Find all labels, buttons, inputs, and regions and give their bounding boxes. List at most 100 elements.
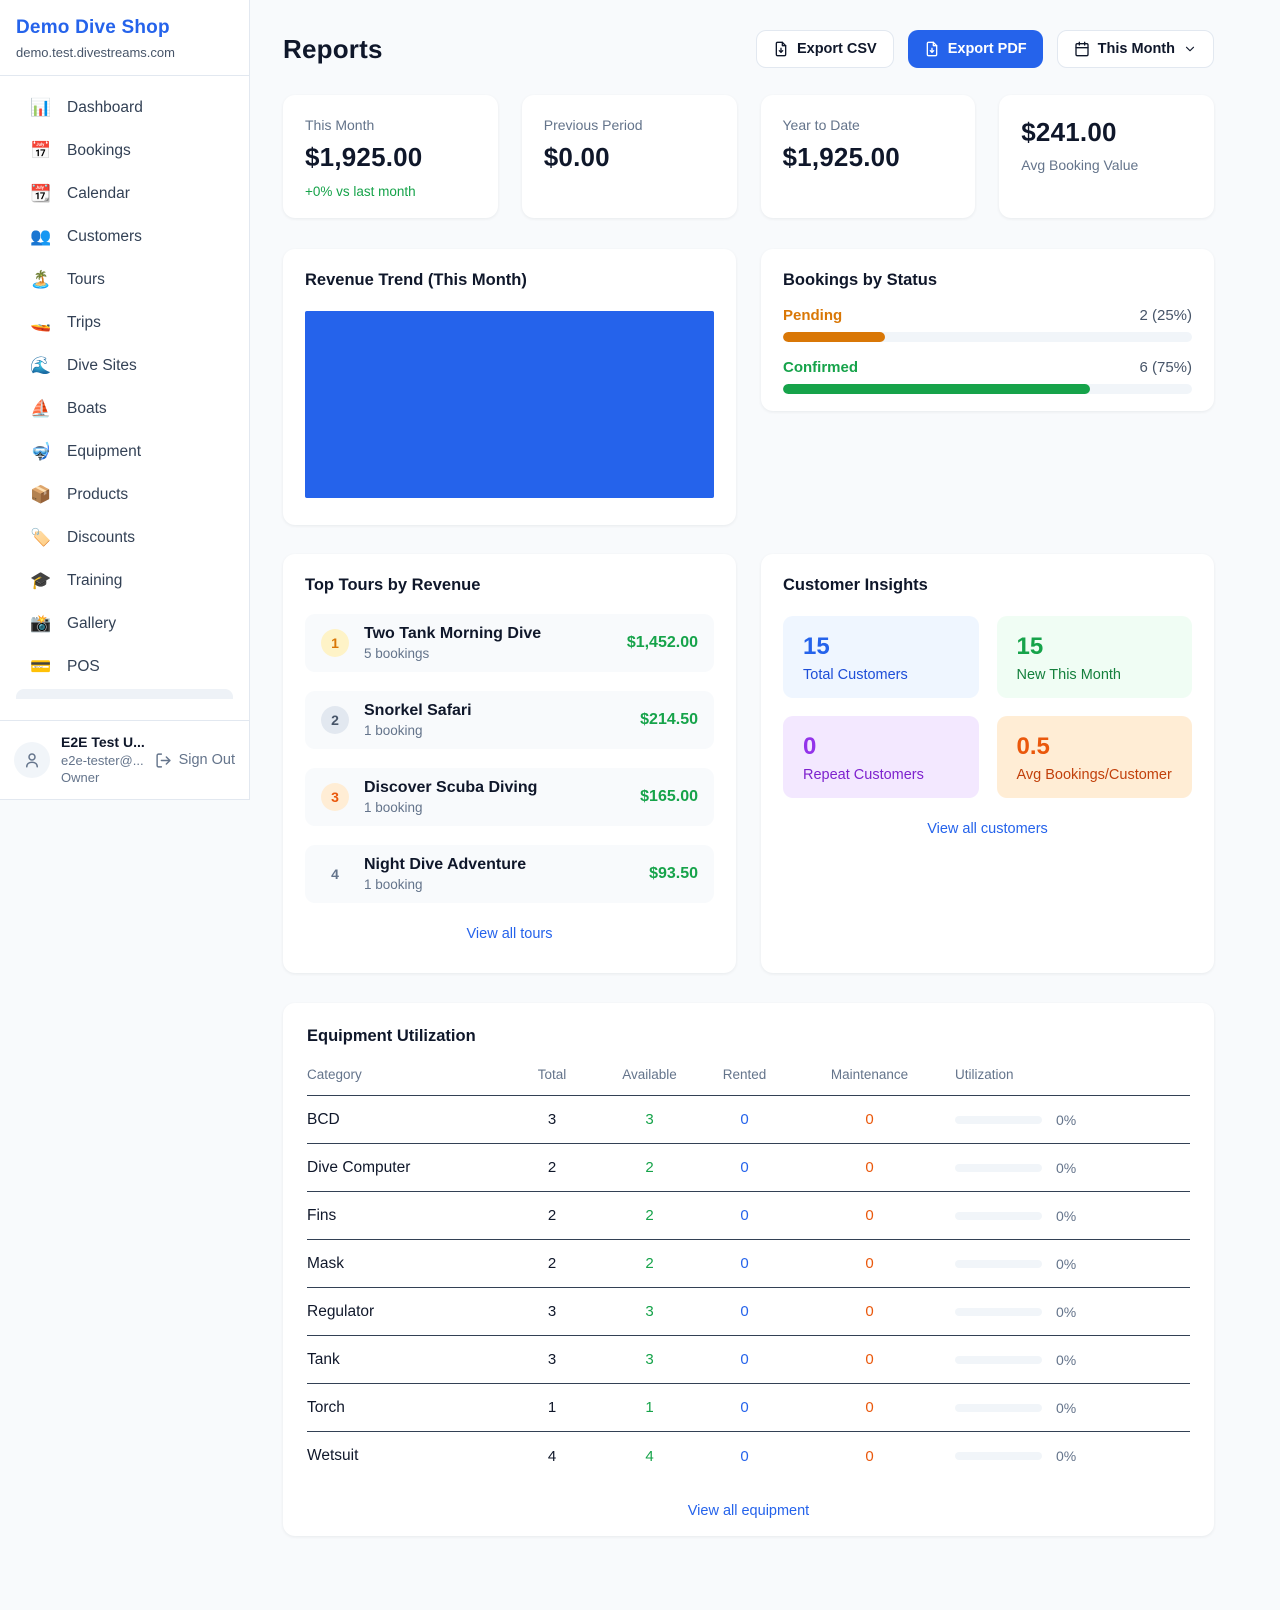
equipment-maintenance: 0 [792, 1351, 947, 1368]
insight-value: 0.5 [1017, 733, 1173, 761]
nav-item-icon: ⛵ [30, 400, 52, 417]
sidebar-item[interactable]: 🏝️ Tours [8, 258, 241, 301]
status-progress-fill [783, 384, 1090, 394]
equipment-available: 2 [602, 1255, 697, 1272]
period-dropdown[interactable]: This Month [1057, 30, 1214, 68]
person-icon [23, 751, 41, 769]
equipment-rented: 0 [697, 1207, 792, 1224]
equipment-total: 2 [502, 1255, 602, 1272]
sidebar-item[interactable]: 📦 Products [8, 473, 241, 516]
status-progress-track [783, 332, 1192, 342]
status-row: Pending 2 (25%) [783, 307, 1192, 342]
table-row: Mask 2 2 0 0 0% [307, 1240, 1190, 1288]
file-download-icon [924, 41, 940, 57]
col-header-maintenance: Maintenance [792, 1067, 947, 1082]
equipment-total: 2 [502, 1207, 602, 1224]
equipment-utilization-cell: 0% [947, 1400, 1190, 1416]
insight-label: Total Customers [803, 667, 959, 683]
equipment-table-header: Category Total Available Rented Maintena… [307, 1067, 1190, 1096]
equipment-utilization-cell: 0% [947, 1448, 1190, 1464]
equipment-available: 3 [602, 1111, 697, 1128]
sidebar-item[interactable]: 📆 Calendar [8, 172, 241, 215]
equipment-utilization-cell: 0% [947, 1112, 1190, 1128]
status-progress-track [783, 384, 1192, 394]
nav-item-icon: 📸 [30, 615, 52, 632]
nav-item-icon: 🤿 [30, 443, 52, 460]
insight-label: New This Month [1017, 667, 1173, 683]
equipment-utilization-cell: 0% [947, 1256, 1190, 1272]
sidebar-item[interactable]: 🚤 Trips [8, 301, 241, 344]
nav-item-icon: 🎓 [30, 572, 52, 589]
equipment-total: 3 [502, 1351, 602, 1368]
nav-item-icon: 📅 [30, 142, 52, 159]
stat-card-year-to-date: Year to Date $1,925.00 [761, 95, 976, 218]
nav-item-label: Gallery [67, 615, 116, 633]
equipment-maintenance: 0 [792, 1255, 947, 1272]
equipment-category: Regulator [307, 1303, 502, 1321]
nav-item-icon: 📦 [30, 486, 52, 503]
insight-label: Avg Bookings/Customer [1017, 767, 1173, 783]
utilization-percent: 0% [1056, 1208, 1076, 1224]
sidebar-item[interactable]: 🤿 Equipment [8, 430, 241, 473]
utilization-track [955, 1164, 1042, 1172]
col-header-available: Available [602, 1067, 697, 1082]
sidebar-item[interactable]: 📅 Bookings [8, 129, 241, 172]
utilization-percent: 0% [1056, 1352, 1076, 1368]
sidebar-item-partial-active[interactable] [16, 689, 233, 699]
tour-row: 1 Two Tank Morning Dive 5 bookings $1,45… [305, 614, 714, 672]
view-all-equipment-link[interactable]: View all equipment [307, 1503, 1190, 1519]
nav-item-label: Dive Sites [67, 357, 137, 375]
equipment-available: 3 [602, 1351, 697, 1368]
export-pdf-button[interactable]: Export PDF [908, 30, 1043, 68]
tour-revenue: $1,452.00 [627, 634, 698, 652]
sidebar-item[interactable]: 🌊 Dive Sites [8, 344, 241, 387]
view-all-tours-link[interactable]: View all tours [305, 926, 714, 942]
sidebar-item[interactable]: 📸 Gallery [8, 602, 241, 645]
table-row: Regulator 3 3 0 0 0% [307, 1288, 1190, 1336]
equipment-total: 2 [502, 1159, 602, 1176]
nav-item-icon: 📊 [30, 99, 52, 116]
table-row: Wetsuit 4 4 0 0 0% [307, 1432, 1190, 1480]
page-header: Reports Export CSV Export PDF This Month [283, 30, 1214, 68]
status-progress-fill [783, 332, 885, 342]
user-name: E2E Test U... [61, 733, 144, 752]
utilization-track [955, 1308, 1042, 1316]
sidebar-item[interactable]: 🏷️ Discounts [8, 516, 241, 559]
sidebar-item[interactable]: ⛵ Boats [8, 387, 241, 430]
equipment-rented: 0 [697, 1159, 792, 1176]
tour-row: 2 Snorkel Safari 1 booking $214.50 [305, 691, 714, 749]
equipment-total: 4 [502, 1448, 602, 1465]
view-all-customers-link[interactable]: View all customers [783, 821, 1192, 837]
table-row: Fins 2 2 0 0 0% [307, 1192, 1190, 1240]
user-role: Owner [61, 769, 144, 787]
main-content: Reports Export CSV Export PDF This Month… [250, 0, 1280, 1536]
page-title: Reports [283, 34, 383, 65]
utilization-percent: 0% [1056, 1112, 1076, 1128]
nav-item-icon: 🏝️ [30, 271, 52, 288]
insight-value: 15 [803, 633, 959, 661]
equipment-rented: 0 [697, 1111, 792, 1128]
customer-insights-title: Customer Insights [783, 576, 1192, 595]
status-label: Pending [783, 307, 842, 324]
sidebar-item[interactable]: 🎓 Training [8, 559, 241, 602]
tour-rank-badge: 3 [321, 783, 349, 811]
col-header-total: Total [502, 1067, 602, 1082]
utilization-track [955, 1212, 1042, 1220]
equipment-utilization-title: Equipment Utilization [307, 1027, 1190, 1046]
sign-out-icon [155, 752, 172, 769]
tour-row: 3 Discover Scuba Diving 1 booking $165.0… [305, 768, 714, 826]
tour-rank-badge: 1 [321, 629, 349, 657]
sidebar-item[interactable]: 📊 Dashboard [8, 86, 241, 129]
nav-item-label: Trips [67, 314, 101, 332]
stat-card-this-month: This Month $1,925.00 +0% vs last month [283, 95, 498, 218]
equipment-maintenance: 0 [792, 1303, 947, 1320]
export-csv-button[interactable]: Export CSV [756, 30, 894, 68]
sign-out-button[interactable]: Sign Out [155, 752, 235, 769]
insight-tile: 15 Total Customers [783, 616, 979, 698]
stat-note: +0% vs last month [305, 184, 476, 199]
sidebar-header: Demo Dive Shop demo.test.divestreams.com [0, 0, 249, 76]
sidebar-item[interactable]: 💳 POS [8, 645, 241, 688]
tour-bookings: 1 booking [364, 723, 472, 738]
sidebar-item[interactable]: 👥 Customers [8, 215, 241, 258]
revenue-trend-title: Revenue Trend (This Month) [305, 271, 714, 290]
